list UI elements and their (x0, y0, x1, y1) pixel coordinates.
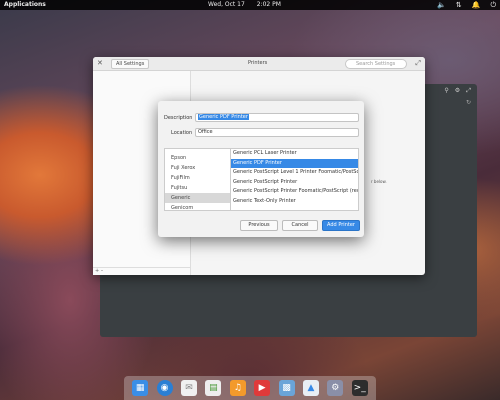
sidebar-footer: + – (93, 267, 191, 275)
model-item[interactable]: Generic PostScript Printer (231, 178, 358, 188)
appcenter-icon[interactable]: ▲ (302, 380, 319, 396)
location-field[interactable]: Office (195, 128, 359, 137)
time-label: 2:02 PM (256, 1, 281, 8)
music-icon[interactable]: ♫ (229, 380, 246, 396)
window-headerbar: ✕ All Settings Printers ⚲ Search Setting… (93, 57, 425, 71)
search-icon[interactable]: ⚲ (444, 87, 448, 95)
add-printer-icon[interactable]: + (95, 268, 99, 274)
gear-icon[interactable]: ⚙ (455, 87, 460, 95)
date-time-indicator[interactable]: Wed, Oct 17 2:02 PM (208, 0, 291, 10)
photos-icon[interactable]: ▩ (278, 380, 295, 396)
previous-button[interactable]: Previous (240, 220, 278, 231)
hint-text: r below. (371, 179, 387, 184)
multitasking-icon[interactable]: ▦ (132, 380, 149, 396)
background-window-controls: ⚲ ⚙ ⤢ (444, 87, 471, 95)
manufacturer-item[interactable]: Fujitsu (165, 183, 230, 193)
volume-icon[interactable]: 🔈 (437, 0, 446, 10)
manufacturer-item[interactable]: Fuji Xerox (165, 163, 230, 173)
all-settings-button[interactable]: All Settings (111, 59, 150, 69)
model-item[interactable]: Generic PostScript Level 1 Printer Fooma… (231, 168, 358, 178)
cancel-button[interactable]: Cancel (282, 220, 318, 231)
network-icon[interactable]: ⇅ (456, 0, 462, 10)
window-title: Printers (248, 60, 268, 66)
close-icon[interactable]: ✕ (97, 59, 103, 67)
manufacturer-item[interactable]: Genicom (165, 203, 230, 210)
videos-icon[interactable]: ▶ (254, 380, 271, 396)
manufacturer-item[interactable]: FujiFilm (165, 173, 230, 183)
add-printer-button[interactable]: Add Printer (322, 220, 360, 231)
mail-icon[interactable]: ✉ (180, 380, 197, 396)
power-icon[interactable]: ⏻ (490, 0, 496, 10)
system-settings-icon[interactable]: ⚙ (327, 380, 344, 396)
remove-printer-icon[interactable]: – (101, 268, 104, 274)
terminal-icon[interactable]: >_ (351, 380, 368, 396)
model-item-selected[interactable]: Generic PDF Printer (231, 158, 358, 169)
location-label: Location (171, 130, 193, 136)
manufacturer-item[interactable]: Epson (165, 153, 230, 163)
model-item[interactable]: Generic Text-Only Printer (231, 197, 358, 207)
system-tray: 🔈 ⇅ 🔔 ⏻ (437, 0, 496, 10)
add-printer-dialog: Description Generic PDF Printer Location… (158, 101, 364, 237)
applications-menu[interactable]: Applications (4, 0, 46, 10)
maximize-icon[interactable]: ⤢ (466, 87, 471, 95)
model-list[interactable]: Generic PCL Laser Printer Generic PDF Pr… (231, 148, 359, 211)
dock: ▦ ◉ ✉ ▤ ♫ ▶ ▩ ▲ ⚙ >_ (124, 376, 376, 400)
manufacturer-list[interactable]: Epson Fuji Xerox FujiFilm Fujitsu Generi… (164, 148, 231, 211)
search-input[interactable]: Search Settings (345, 59, 407, 69)
top-panel: Applications Wed, Oct 17 2:02 PM 🔈 ⇅ 🔔 ⏻ (0, 0, 500, 10)
refresh-icon[interactable]: ↻ (466, 99, 471, 106)
description-label: Description (164, 115, 193, 121)
web-browser-icon[interactable]: ◉ (156, 380, 173, 396)
date-label: Wed, Oct 17 (208, 1, 245, 8)
notifications-icon[interactable]: 🔔 (472, 0, 481, 10)
description-value: Generic PDF Printer (198, 114, 249, 120)
manufacturer-item-selected[interactable]: Generic (165, 193, 230, 203)
model-item[interactable]: Generic PostScript Printer Foomatic/Post… (231, 187, 358, 197)
description-field[interactable]: Generic PDF Printer (195, 113, 359, 122)
model-item[interactable]: Generic PCL Laser Printer (231, 149, 358, 159)
maximize-icon[interactable]: ⤢ (415, 59, 421, 68)
calendar-icon[interactable]: ▤ (205, 380, 222, 396)
